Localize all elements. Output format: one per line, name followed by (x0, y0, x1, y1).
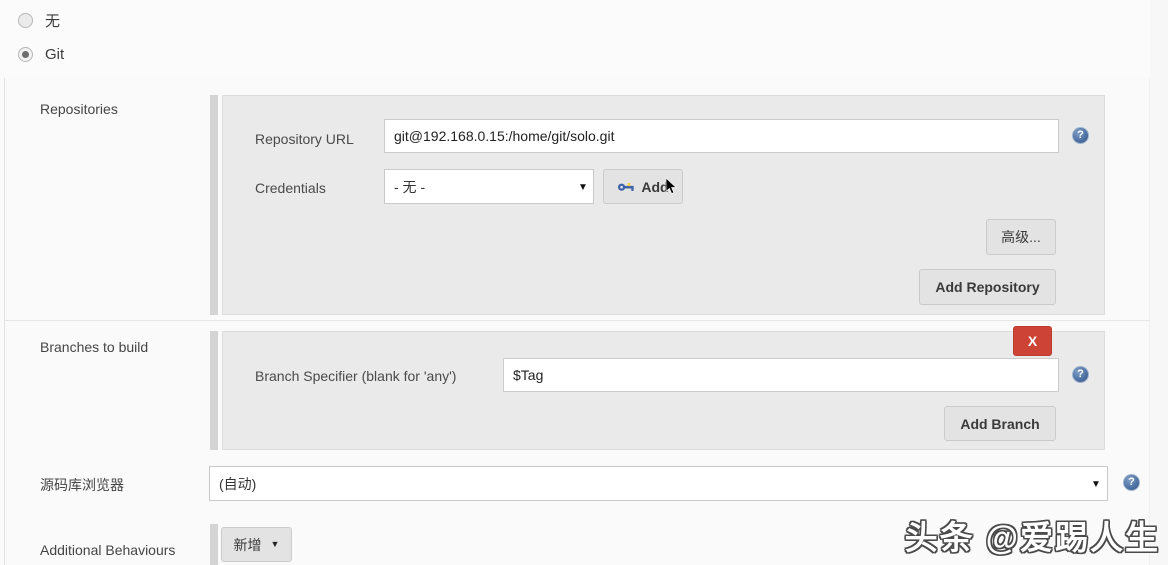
repo-browser-chevron-down-icon[interactable]: ▼ (1091, 480, 1101, 490)
scm-radio-git-label: Git (45, 46, 65, 63)
credentials-chevron-down-icon[interactable]: ▼ (578, 183, 588, 193)
add-behaviour-button[interactable]: 新增 ▼ (221, 527, 292, 562)
add-behaviour-label: 新增 (233, 536, 262, 553)
row-label-additional-behaviours: Additional Behaviours (40, 542, 176, 558)
left-vertical-rule (4, 78, 5, 565)
branch-specifier-label: Branch Specifier (blank for 'any') (255, 368, 457, 384)
repository-url-label: Repository URL (255, 131, 354, 147)
credentials-select[interactable]: - 无 - (384, 169, 594, 204)
scm-radio-none-label: 无 (45, 13, 61, 30)
branch-specifier-help-icon[interactable]: ? (1072, 366, 1089, 383)
page-scroll-gutter[interactable] (1149, 0, 1168, 565)
repository-url-input[interactable]: git@192.168.0.15:/home/git/solo.git (384, 119, 1059, 153)
chevron-down-icon: ▼ (270, 539, 280, 549)
delete-branch-button[interactable]: X (1013, 326, 1052, 356)
row-label-repositories: Repositories (40, 101, 118, 117)
branches-accent-bar (210, 331, 218, 450)
watermark: 头条 @爱踢人生 (904, 519, 1160, 556)
radio-selected-icon[interactable] (18, 47, 33, 62)
advanced-button[interactable]: 高级... (986, 219, 1056, 255)
repository-url-help-icon[interactable]: ? (1072, 127, 1089, 144)
add-repository-button[interactable]: Add Repository (919, 269, 1056, 305)
scm-radio-group: 无 Git (0, 0, 1150, 78)
add-credentials-button[interactable]: Add (603, 169, 683, 204)
repo-browser-help-icon[interactable]: ? (1123, 474, 1140, 491)
additional-behaviours-accent-bar (210, 524, 218, 565)
section-separator (5, 320, 1150, 321)
radio-unselected-icon[interactable] (18, 13, 33, 28)
repositories-accent-bar (210, 95, 218, 315)
branch-specifier-input[interactable]: $Tag (503, 358, 1059, 392)
key-icon (618, 182, 635, 191)
row-label-repo-browser: 源码库浏览器 (40, 477, 124, 493)
repo-browser-select[interactable]: (自动) (209, 466, 1108, 501)
add-branch-button[interactable]: Add Branch (944, 406, 1056, 441)
row-label-branches-to-build: Branches to build (40, 339, 149, 355)
credentials-label: Credentials (255, 180, 326, 196)
scm-radio-none[interactable]: 无 (18, 10, 60, 31)
scm-radio-git[interactable]: Git (18, 46, 64, 63)
add-credentials-label: Add (641, 178, 669, 195)
